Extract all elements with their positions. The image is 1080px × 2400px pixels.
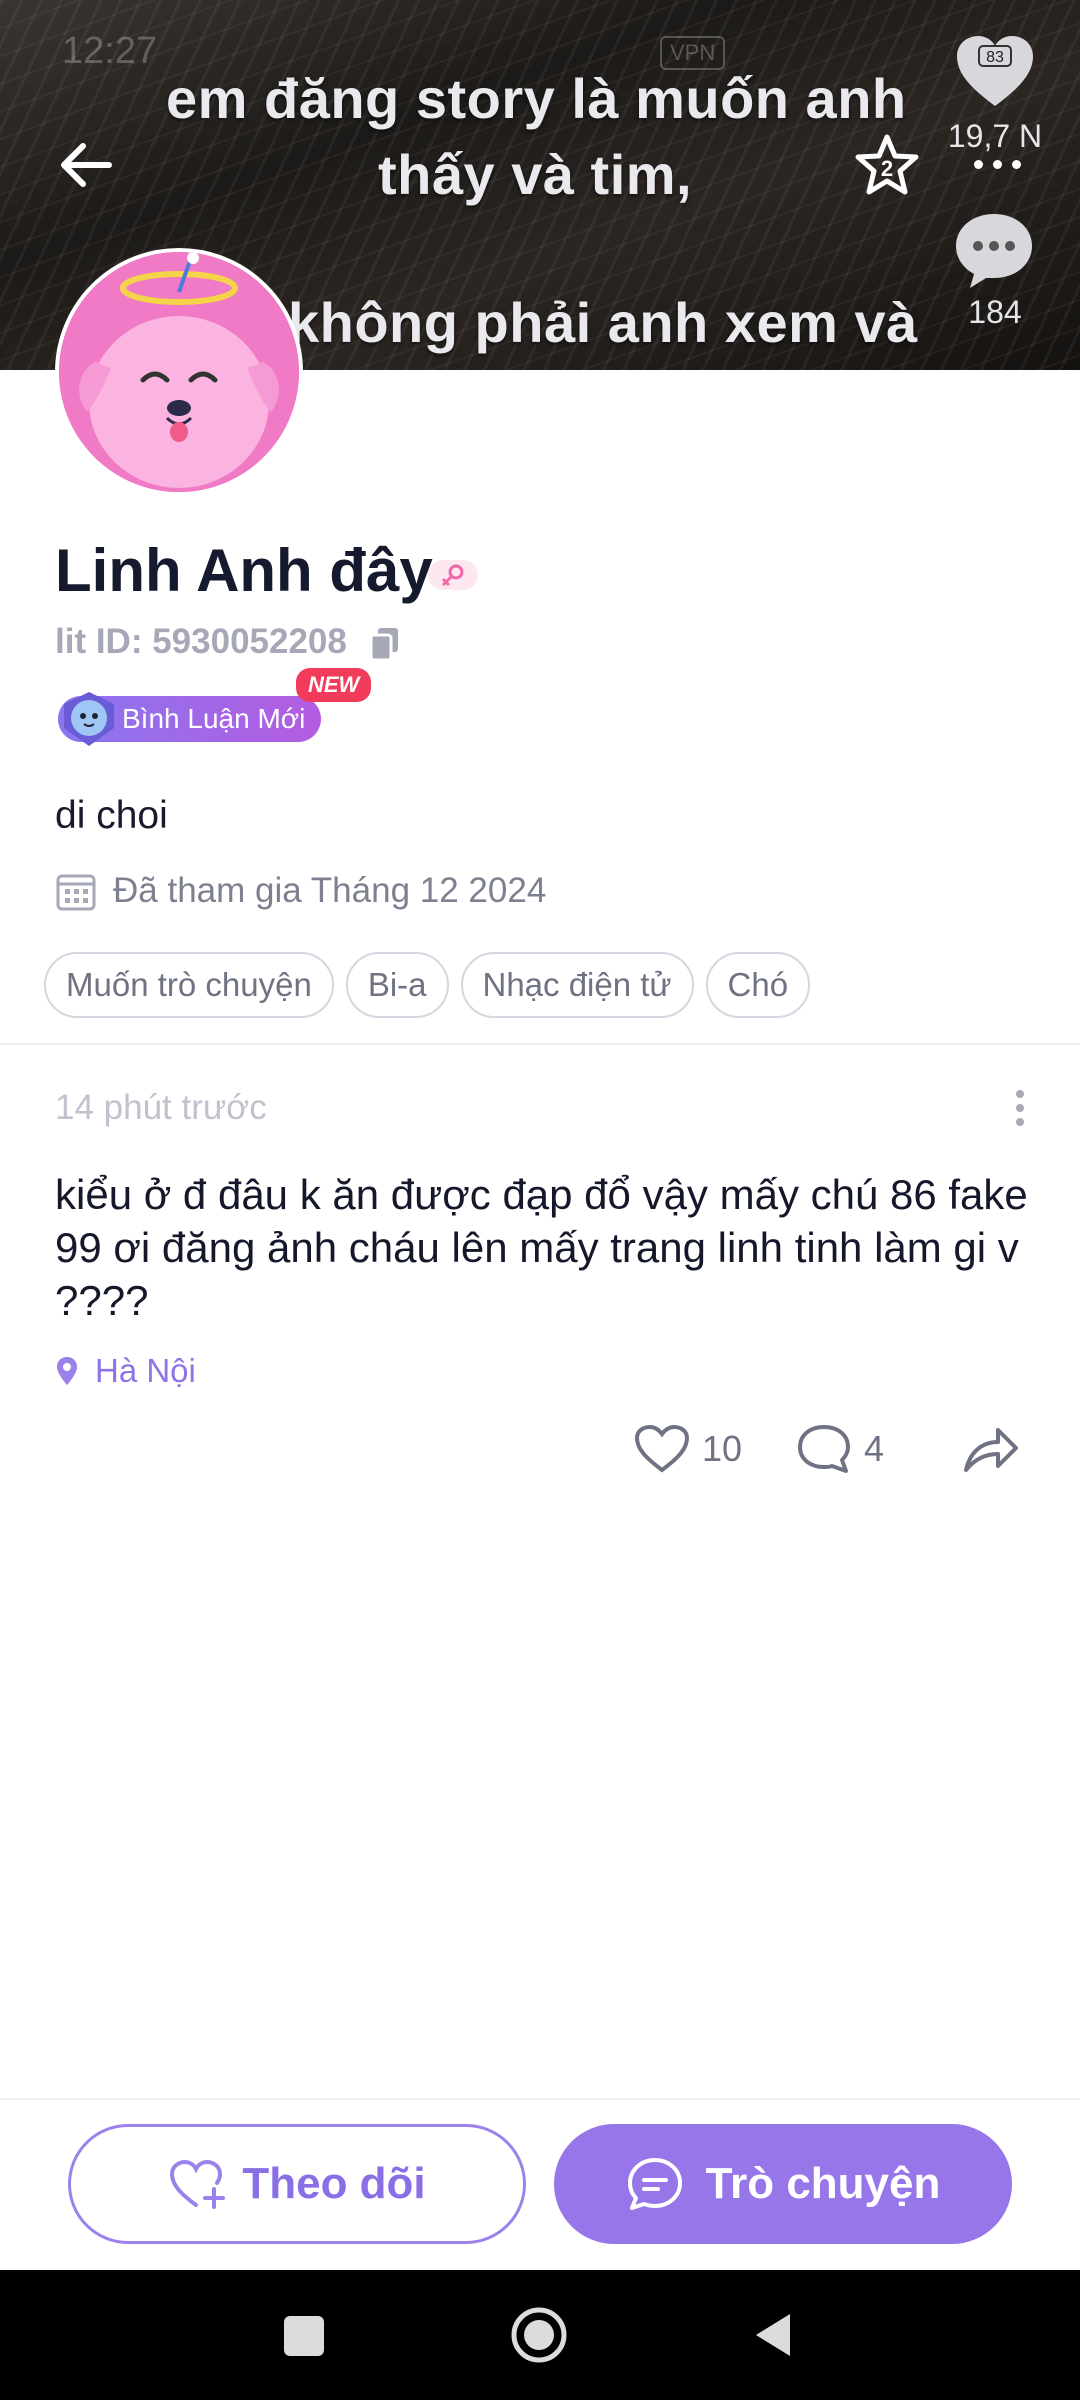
post-time: 14 phút trước — [55, 1088, 267, 1127]
chat-button[interactable]: Trò chuyện — [554, 2124, 1012, 2244]
post-location[interactable]: Hà Nội — [55, 1352, 196, 1390]
gender-badge — [428, 560, 478, 590]
back-arrow-icon — [61, 143, 112, 187]
favorite-button[interactable]: 2 — [850, 128, 924, 202]
post-body: kiểu ở đ đâu k ăn được đạp đổ vậy mấy ch… — [55, 1171, 1028, 1324]
follow-button[interactable]: Theo dõi — [68, 2124, 526, 2244]
back-button[interactable] — [50, 130, 120, 200]
post-comment-count: 4 — [864, 1428, 885, 1469]
comment-outline-icon — [798, 1425, 850, 1473]
female-icon — [441, 564, 464, 587]
vertical-dots-icon — [1016, 1090, 1024, 1098]
location-pin-icon — [57, 1357, 77, 1385]
divider — [0, 1043, 1080, 1045]
heart-plus-icon — [170, 2159, 226, 2209]
follow-label: Theo dõi — [242, 2159, 426, 2208]
copy-icon — [369, 628, 398, 662]
new-badge: NEW — [296, 668, 372, 702]
lit-id: lit ID: 5930052208 — [55, 622, 347, 661]
copy-id-button[interactable] — [368, 626, 402, 662]
heart-badge-number: 83 — [986, 49, 1004, 66]
heart-icon: 83 — [957, 36, 1033, 106]
post-like-button[interactable]: 10 — [634, 1418, 742, 1480]
location-text: Hà Nội — [95, 1352, 196, 1389]
tag-edm[interactable]: Nhạc điện tử — [460, 952, 694, 1018]
tag-chat[interactable]: Muốn trò chuyện — [44, 952, 334, 1018]
post-like-count: 10 — [702, 1428, 743, 1469]
joined-date: Đã tham gia Tháng 12 2024 — [113, 871, 547, 910]
story-comment-count: 184 — [968, 294, 1022, 330]
vpn-indicator: VPN — [660, 36, 726, 70]
profile-screen: 12:27 VPN em đăng story là muốn anh thấy… — [0, 0, 1080, 2400]
interest-tags: Muốn trò chuyện Bi-a Nhạc điện tử Chó — [44, 952, 811, 1018]
profile-name: Linh Anh đây — [55, 537, 433, 604]
comment-icon — [956, 214, 1032, 288]
status-time: 12:27 — [62, 30, 158, 72]
mascot-icon — [64, 692, 114, 746]
chat-label: Trò chuyện — [705, 2159, 941, 2208]
story-caption-line-3: không phải anh xem và — [288, 291, 918, 354]
more-icon — [973, 159, 983, 169]
more-options-button[interactable] — [962, 146, 1032, 182]
story-comment-button[interactable] — [952, 208, 1036, 292]
chat-bubble-icon — [627, 2158, 682, 2210]
story-like-button[interactable]: 83 — [950, 30, 1040, 114]
tag-dog[interactable]: Chó — [705, 952, 811, 1018]
post-comment-button[interactable]: 4 — [796, 1418, 884, 1480]
tag-billiards[interactable]: Bi-a — [345, 952, 449, 1018]
star-badge-number: 2 — [881, 156, 893, 181]
recents-button[interactable] — [284, 2316, 324, 2356]
system-back-button[interactable] — [752, 2310, 794, 2360]
star-icon: 2 — [855, 134, 919, 195]
share-button[interactable] — [962, 1418, 1020, 1480]
post-menu-button[interactable] — [1000, 1088, 1040, 1128]
avatar[interactable] — [55, 248, 303, 496]
home-button[interactable] — [510, 2306, 568, 2364]
joined-row: Đã tham gia Tháng 12 2024 — [55, 870, 546, 912]
share-icon — [964, 1428, 1018, 1472]
bio-text: di choi — [55, 794, 168, 837]
story-caption-line-2: thấy và tim, — [378, 143, 693, 206]
avatar-image — [59, 252, 299, 492]
heart-outline-icon — [634, 1424, 690, 1473]
calendar-icon — [56, 874, 96, 911]
story-caption-line-1: em đăng story là muốn anh — [166, 67, 907, 130]
